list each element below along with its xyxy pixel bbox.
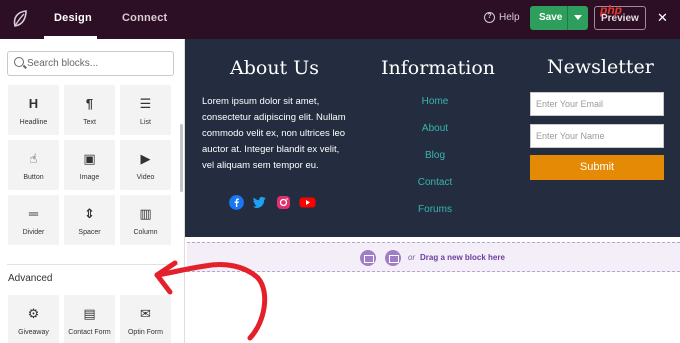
information-title: Information [381, 57, 496, 79]
block-label: Text [83, 119, 96, 126]
block-optin-form[interactable]: ✉ Optin Form [120, 295, 171, 343]
add-section-icon[interactable] [385, 250, 401, 266]
heading-icon: H [28, 96, 39, 111]
block-image[interactable]: ▣ Image [64, 140, 115, 190]
footer-link-blog[interactable]: Blog [395, 150, 475, 161]
newsletter-title: Newsletter [547, 56, 654, 78]
column-icon: ▥ [139, 206, 152, 221]
block-divider[interactable]: ═ Divider [8, 195, 59, 245]
seedprod-logo-icon [13, 10, 27, 27]
block-contact-form[interactable]: ▤ Contact Form [64, 295, 115, 343]
paragraph-icon: ¶ [85, 96, 94, 111]
block-label: Headline [19, 119, 48, 126]
drop-zone-or: or [408, 253, 416, 262]
instagram-icon[interactable] [276, 195, 291, 210]
block-label: Image [79, 174, 100, 181]
question-icon: ? [484, 12, 495, 23]
tab-design[interactable]: Design [54, 12, 92, 24]
block-button[interactable]: ☝ Button [8, 140, 59, 190]
sidebar-scrollbar[interactable] [180, 124, 183, 192]
pointer-icon: ☝ [29, 151, 38, 166]
top-bar: Design Connect ? Help Save Preview php ✕ [0, 0, 680, 39]
block-column[interactable]: ▥ Column [120, 195, 171, 245]
block-label: Divider [22, 229, 45, 236]
close-icon[interactable]: ✕ [657, 10, 668, 26]
list-icon: ☰ [139, 96, 152, 111]
drop-zone-text: Drag a new block here [420, 253, 505, 262]
about-title: About Us [230, 57, 319, 79]
about-text: Lorem ipsum dolor sit amet, consectetur … [202, 96, 346, 171]
block-giveaway[interactable]: ⚙ Giveaway [8, 295, 59, 343]
footer-section[interactable]: About Us Lorem ipsum dolor sit amet, con… [185, 39, 680, 237]
form-icon: ▤ [83, 306, 96, 321]
block-sidebar: Search blocks... H Headline ¶ Text ☰ Lis… [0, 39, 185, 343]
save-label: Save [539, 12, 563, 23]
help-button[interactable]: ? Help [484, 12, 520, 23]
block-label: Spacer [78, 229, 101, 236]
twitter-icon[interactable] [252, 195, 267, 210]
save-divider [567, 6, 568, 30]
section-divider [7, 264, 179, 265]
editor-canvas: About Us Lorem ipsum dolor sit amet, con… [185, 39, 680, 343]
block-video[interactable]: ▶ Video [120, 140, 171, 190]
advanced-section-heading[interactable]: Advanced [8, 273, 52, 284]
block-spacer[interactable]: ⇕ Spacer [64, 195, 115, 245]
tab-connect[interactable]: Connect [122, 12, 167, 24]
facebook-icon[interactable] [229, 195, 244, 210]
block-label: List [140, 119, 151, 126]
save-button[interactable]: Save [530, 6, 588, 30]
page-builder: Design Connect ? Help Save Preview php ✕… [0, 0, 680, 343]
giveaway-icon: ⚙ [27, 306, 40, 321]
watermark: php [600, 3, 622, 17]
block-label: Video [136, 174, 155, 181]
block-headline[interactable]: H Headline [8, 85, 59, 135]
drop-zone[interactable]: or Drag a new block here [187, 242, 680, 272]
video-icon: ▶ [140, 151, 151, 166]
name-field[interactable]: Enter Your Name [530, 124, 664, 148]
email-field[interactable]: Enter Your Email [530, 92, 664, 116]
envelope-icon: ✉ [140, 306, 151, 321]
block-label: Contact Form [68, 329, 111, 336]
search-placeholder: Search blocks... [27, 58, 99, 69]
add-row-icon[interactable] [360, 250, 376, 266]
footer-link-forums[interactable]: Forums [395, 204, 475, 215]
youtube-icon[interactable] [299, 195, 316, 210]
block-label: Button [23, 174, 44, 181]
submit-button[interactable]: Submit [530, 155, 664, 180]
image-icon: ▣ [83, 151, 96, 166]
search-input[interactable]: Search blocks... [7, 51, 174, 76]
footer-link-about[interactable]: About [395, 123, 475, 134]
help-label: Help [499, 12, 520, 23]
divider-icon: ═ [28, 206, 39, 221]
block-label: Giveaway [18, 329, 49, 336]
block-list[interactable]: ☰ List [120, 85, 171, 135]
footer-link-contact[interactable]: Contact [395, 177, 475, 188]
block-label: Optin Form [127, 329, 163, 336]
spacer-icon: ⇕ [84, 206, 95, 221]
block-label: Column [133, 229, 158, 236]
footer-link-home[interactable]: Home [395, 96, 475, 107]
chevron-down-icon[interactable] [574, 15, 582, 20]
search-icon [14, 57, 24, 67]
block-text[interactable]: ¶ Text [64, 85, 115, 135]
